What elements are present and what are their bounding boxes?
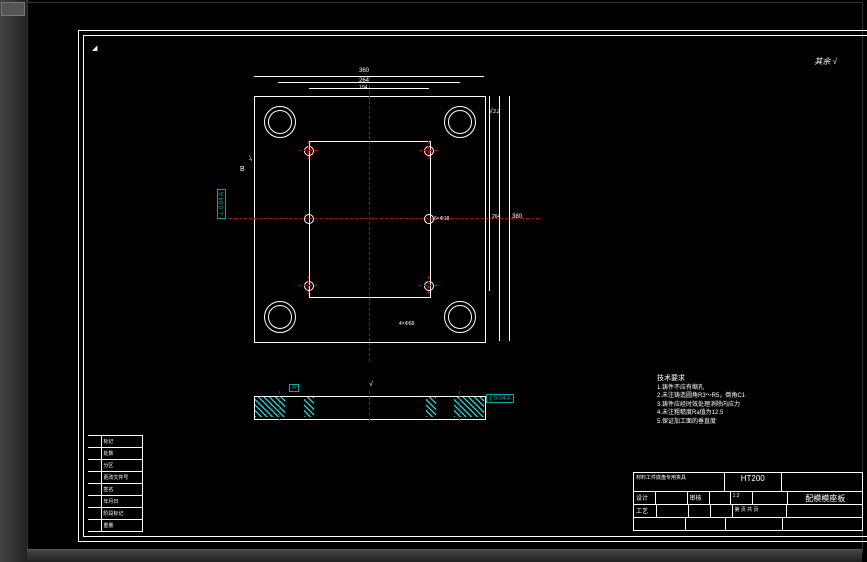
corner-hole-bl-inner bbox=[268, 305, 292, 329]
scrollbar-horizontal[interactable] bbox=[27, 549, 862, 562]
lt-r8: 重量 bbox=[102, 520, 143, 531]
dim-text-top3: 104 bbox=[359, 85, 367, 91]
tech-note-1: 1.铸件不应有缩孔 bbox=[657, 384, 837, 392]
technical-requirements: 技术要求 1.铸件不应有缩孔 2.未注铸造圆角R3～R5，倒角C1 3.铸件应经… bbox=[657, 374, 837, 426]
drawing-frame-outer: ◢ 其余 √ bbox=[78, 30, 867, 542]
datum-a: A bbox=[289, 384, 299, 392]
main-plan-view: 360 264 104 380 264 6×Φ18 4×Φ68 bbox=[254, 96, 534, 356]
hatch-3 bbox=[426, 397, 436, 417]
tb-sheet: 第 页 共 页 bbox=[733, 505, 787, 517]
corner-hole-tl-inner bbox=[268, 110, 292, 134]
tb-scale: 1:2 bbox=[731, 492, 753, 504]
dim-line-r1b bbox=[509, 96, 510, 341]
frame-mark-tl: ◢ bbox=[92, 44, 97, 52]
scrollbar-vertical[interactable] bbox=[0, 0, 28, 562]
tb-partno-top bbox=[782, 473, 863, 491]
small-hole-2 bbox=[424, 146, 434, 156]
surface-mark-section: √ bbox=[369, 381, 373, 388]
drawing-area[interactable]: ◢ 其余 √ bbox=[27, 2, 863, 553]
tb-project: 材料工件底盘专用夹具 bbox=[634, 473, 725, 491]
lt-r6: 年月日 bbox=[102, 496, 143, 507]
lt-r7: 阶段标记 bbox=[102, 508, 143, 519]
dim-text-top2: 264 bbox=[359, 78, 369, 84]
dim-line-top3 bbox=[309, 88, 429, 89]
small-hole-4 bbox=[424, 214, 434, 224]
lt-r3: 分区 bbox=[102, 460, 143, 471]
section-rect bbox=[254, 396, 486, 420]
corner-hole-br-inner bbox=[448, 305, 472, 329]
section-b-top: B bbox=[240, 166, 245, 173]
tb-approved-lbl: 工艺 bbox=[634, 505, 657, 517]
dim-line-top1 bbox=[254, 76, 484, 77]
dim-text-top1: 360 bbox=[359, 68, 369, 74]
revision-table: 标记 处数 分区 更改文件号 签名 年月日 阶段标记 重量 bbox=[88, 435, 143, 532]
inner-rect bbox=[309, 141, 431, 298]
dim-line-r2 bbox=[489, 96, 490, 291]
tb-checked-lbl: 审核 bbox=[688, 492, 710, 504]
gdt-flatness: ⊥ 0.04 A bbox=[216, 189, 226, 219]
surface-mark-1: √3.2 bbox=[489, 108, 500, 115]
tb-material: HT200 bbox=[725, 473, 782, 491]
tech-note-2: 2.未注铸造圆角R3～R5，倒角C1 bbox=[657, 392, 837, 400]
section-centerline bbox=[369, 391, 370, 421]
tech-note-5: 5.保证加工面的垂直度 bbox=[657, 418, 837, 426]
callout-small-holes: 6×Φ18 bbox=[434, 216, 449, 222]
lt-r2: 处数 bbox=[102, 448, 143, 459]
scroll-up-button[interactable] bbox=[1, 2, 25, 16]
lt-r1: 标记 bbox=[102, 436, 143, 447]
tb-main: 配模模座板 bbox=[788, 492, 863, 504]
drawing-frame-inner: ◢ 其余 √ bbox=[83, 35, 867, 537]
title-block: 材料工件底盘专用夹具 HT200 设计 审核 1:2 配模模座板 bbox=[633, 472, 863, 532]
gdt-parallel: ∥ 0.04 A bbox=[486, 393, 514, 403]
cad-viewport: ◢ 其余 √ bbox=[0, 0, 867, 562]
lt-r5: 签名 bbox=[102, 484, 143, 495]
tech-note-4: 4.未注粗糙度Ra值为12.5 bbox=[657, 409, 837, 417]
dim-text-r2: 264 bbox=[492, 214, 500, 220]
tech-notes-title: 技术要求 bbox=[657, 374, 837, 384]
hatch-1 bbox=[255, 397, 285, 417]
corner-hole-tr-inner bbox=[448, 110, 472, 134]
hatch-2 bbox=[304, 397, 314, 417]
callout-large-holes: 4×Φ68 bbox=[399, 321, 414, 327]
section-view: ∥ 0.04 A A √ bbox=[254, 396, 534, 436]
centerline-vertical bbox=[369, 76, 370, 361]
surface-finish-global: 其余 √ bbox=[814, 56, 837, 67]
dim-text-r1: 380 bbox=[512, 214, 522, 220]
tb-designed-lbl: 设计 bbox=[634, 492, 656, 504]
small-hole-3 bbox=[304, 214, 314, 224]
tech-note-3: 3.铸件应经时效处理消除内应力 bbox=[657, 401, 837, 409]
lt-r4: 更改文件号 bbox=[102, 472, 143, 483]
small-hole-6 bbox=[424, 281, 434, 291]
small-hole-1 bbox=[304, 146, 314, 156]
small-hole-5 bbox=[304, 281, 314, 291]
